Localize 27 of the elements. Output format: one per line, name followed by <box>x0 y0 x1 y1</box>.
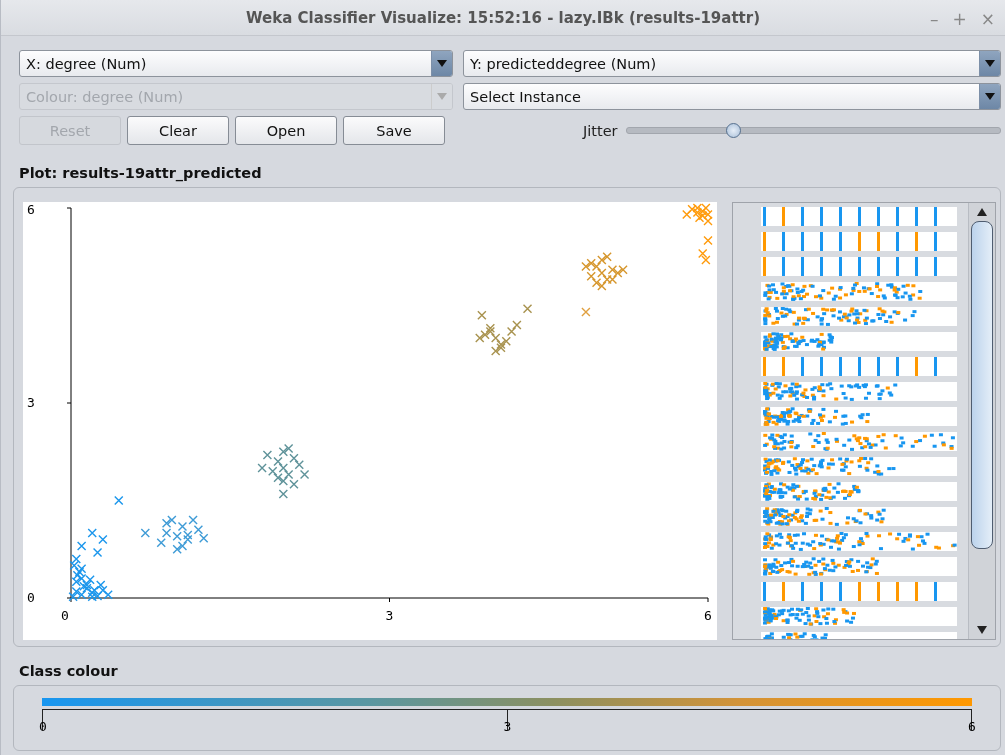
toolbar-button[interactable]: Open <box>235 116 337 145</box>
dropdown-arrow-icon <box>437 93 447 100</box>
x-tick-label: 6 <box>704 608 712 623</box>
x-tick-label: 3 <box>385 608 394 623</box>
dropdown-arrow-icon <box>985 60 995 67</box>
y-axis-dropdown[interactable]: Y: predicteddegree (Num) <box>463 50 1001 77</box>
dropdown-arrow-icon <box>437 60 447 67</box>
x-tick-label: 0 <box>61 608 69 623</box>
colour-tick-label: 0 <box>39 719 47 730</box>
scroll-thumb[interactable] <box>971 221 994 549</box>
colour-tick-label: 3 <box>503 719 512 730</box>
jitter-label: Jitter <box>583 122 618 139</box>
y-tick-label: 6 <box>27 202 35 217</box>
toolbar-button[interactable]: Clear <box>127 116 229 145</box>
x-axis-dropdown[interactable]: X: degree (Num) <box>19 50 453 77</box>
y-tick-label: 0 <box>27 590 35 605</box>
toolbar-button[interactable]: Save <box>343 116 445 145</box>
y-tick-label: 3 <box>27 395 35 410</box>
instance-dropdown[interactable]: Select Instance <box>463 83 1001 110</box>
slider-thumb[interactable] <box>726 123 742 138</box>
scrollbar[interactable] <box>968 203 995 639</box>
colour-tick-label: 6 <box>968 719 976 730</box>
plot-title: Plot: results-19attr_predicted <box>19 165 263 181</box>
dropdown-arrow-icon <box>985 93 995 100</box>
class-colour-title: Class colour <box>19 663 119 679</box>
window-title: Weka Classifier Visualize: 15:52:16 - lazy.IBk (results-19attr) <box>246 8 760 27</box>
jitter-slider[interactable] <box>625 122 1001 139</box>
